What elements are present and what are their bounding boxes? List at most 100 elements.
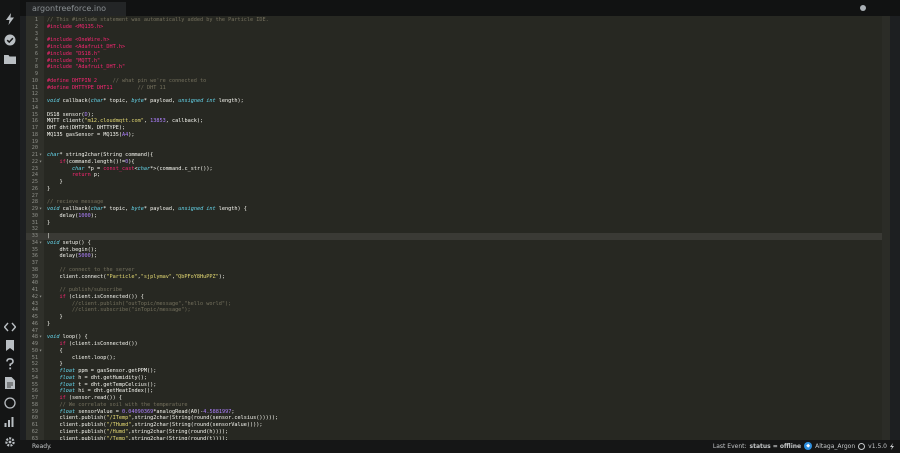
document-icon[interactable]	[2, 376, 18, 390]
line-text: client.publish("/Humd",string2char(Strin…	[47, 429, 228, 436]
code-line[interactable]: 32	[26, 226, 890, 233]
flash-icon[interactable]	[2, 12, 18, 26]
line-text: dht.begin();	[47, 247, 97, 254]
fold-toggle-icon[interactable]: ▾	[39, 334, 42, 341]
bookmark-icon[interactable]	[2, 338, 18, 352]
code-line[interactable]: 23 char *p = const_cast<char*>(command.c…	[26, 166, 890, 173]
code-line[interactable]: 4 #include <OneWire.h>	[26, 37, 890, 44]
code-line[interactable]: 30 delay(1000);	[26, 213, 890, 220]
fold-toggle-icon[interactable]: ▾	[39, 159, 42, 166]
code-line[interactable]: 18 MQ135 gasSensor = MQ135(A4);	[26, 132, 890, 139]
code-line[interactable]: 15 DS18 sensor(D);	[26, 112, 890, 119]
code-line[interactable]: 57 if (sensor.read()) {	[26, 395, 890, 402]
line-number: 61	[31, 422, 38, 428]
code-line[interactable]: 27	[26, 193, 890, 200]
fold-toggle-icon[interactable]: ▾	[39, 206, 42, 213]
code-line[interactable]: 5 #include <Adafruit_DHT.h>	[26, 44, 890, 51]
code-line[interactable]: 56 float hi = dht.getHeatIndex();	[26, 388, 890, 395]
code-line[interactable]: 44 //client.subscribe("inTopic/message")…	[26, 307, 890, 314]
code-line[interactable]: 17 DHT dht(DHTPIN, DHTTYPE);	[26, 125, 890, 132]
line-number: 33	[31, 233, 38, 239]
fold-toggle-icon[interactable]: ▾	[39, 294, 42, 301]
code-line[interactable]: 19	[26, 139, 890, 146]
code-line[interactable]: 22 ▾ if(command.length()!=0){	[26, 159, 890, 166]
firmware-version[interactable]: v1.5.0	[868, 443, 887, 450]
fold-toggle-icon[interactable]: ▾	[39, 152, 42, 159]
code-line[interactable]: 58 // We correlate soil with the tempera…	[26, 402, 890, 409]
code-line[interactable]: 16 MQTT client("m12.cloudmqtt.com", 13853…	[26, 118, 890, 125]
vertical-scrollbar[interactable]	[882, 16, 890, 440]
code-line[interactable]: 46}	[26, 321, 890, 328]
code-line[interactable]: 42 ▾ if (client.isConnected()) {	[26, 294, 890, 301]
chart-icon[interactable]	[2, 415, 18, 429]
code-editor[interactable]: 1 // This #include statement was automati…	[26, 16, 890, 440]
code-line[interactable]: 1 // This #include statement was automati…	[26, 17, 890, 24]
code-line[interactable]: 11 #define DHTTYPE DHT11 // DHT 11	[26, 85, 890, 92]
device-icon[interactable]: ◆	[804, 442, 813, 450]
code-token: float	[59, 381, 76, 388]
code-line[interactable]: 10 #define DHTPIN 2 // what pin we're con…	[26, 78, 890, 85]
code-line[interactable]: 24 return p;	[26, 172, 890, 179]
code-line[interactable]: 60 client.publish("/ITemp",string2char(S…	[26, 415, 890, 422]
code-line[interactable]: 6 #include "DS18.h"	[26, 51, 890, 58]
line-text: //client.publish("outTopic/message","hel…	[47, 301, 231, 308]
verify-icon[interactable]	[2, 33, 18, 47]
line-number: 20	[31, 145, 38, 152]
code-line[interactable]: 29 ▾ void callback(char* topic, byte* payl…	[26, 206, 890, 213]
fold-toggle-icon[interactable]: ▾	[39, 240, 42, 247]
code-line[interactable]: 34 ▾ void setup() {	[26, 240, 890, 247]
code-token: );	[218, 273, 226, 280]
code-line[interactable]: 28 // recieve message	[26, 199, 890, 206]
line-number: 7	[34, 57, 38, 64]
code-line[interactable]: 13 void callback(char* topic, byte* paylo…	[26, 98, 890, 105]
code-line[interactable]: 3	[26, 31, 890, 38]
code-line[interactable]: 48 ▾ void loop() {	[26, 334, 890, 341]
code-line[interactable]: 52 }	[26, 361, 890, 368]
code-line[interactable]: 38 // connect to the server	[26, 267, 890, 274]
code-line[interactable]: 25 }	[26, 179, 890, 186]
help-icon[interactable]	[2, 357, 18, 371]
code-line[interactable]: 53 float ppm = gasSensor.getPPM();	[26, 368, 890, 375]
code-line[interactable]: 51 client.loop();	[26, 355, 890, 362]
target-icon[interactable]	[2, 396, 18, 410]
code-line[interactable]: 43 //client.publish("outTopic/message","…	[26, 301, 890, 308]
code-line[interactable]: 36 delay(5000);	[26, 253, 890, 260]
code-line[interactable]: 55 float t = dht.getTempCelcius();	[26, 382, 890, 389]
code-line[interactable]: 40	[26, 280, 890, 287]
folder-icon[interactable]	[2, 52, 18, 66]
unsaved-dot-icon[interactable]	[860, 5, 866, 11]
device-name[interactable]: Altaga_Argon	[815, 443, 855, 450]
code-line[interactable]: 45 }	[26, 314, 890, 321]
code-line[interactable]: 50 ▾ {	[26, 348, 890, 355]
line-number: 48	[31, 334, 38, 341]
code-line[interactable]: 33 |	[26, 233, 890, 240]
code-line[interactable]: 59 float sensorValue = 0.04090369*analog…	[26, 409, 890, 416]
code-line[interactable]: 54 float h = dht.getHumidity();	[26, 375, 890, 382]
code-line[interactable]: 41 // publish/subscribe	[26, 287, 890, 294]
line-text: client.publish("/ITemp",string2char(Stri…	[47, 415, 278, 422]
code-line[interactable]: 2 #include <MQ135.h>	[26, 24, 890, 31]
code-line[interactable]: 21 ▾ char* string2char(String command){	[26, 152, 890, 159]
code-line[interactable]: 35 dht.begin();	[26, 247, 890, 254]
code-line[interactable]: 7 #include "MQTT.h"	[26, 58, 890, 65]
code-line[interactable]: 62 client.publish("/Humd",string2char(St…	[26, 429, 890, 436]
code-line[interactable]: 61 client.publish("/THumd",string2char(S…	[26, 422, 890, 429]
tab-file[interactable]: argontreeforce.ino	[26, 2, 126, 16]
code-line[interactable]: 26}	[26, 186, 890, 193]
code-line[interactable]: 31}	[26, 220, 890, 227]
code-line[interactable]: 47	[26, 328, 890, 335]
code-line[interactable]: 20	[26, 145, 890, 152]
code-line[interactable]: 39 client.connect("Particle","sjplymav",…	[26, 274, 890, 281]
gear-icon[interactable]	[2, 435, 18, 449]
code-line[interactable]: 8 #include "Adafruit_DHT.h"	[26, 64, 890, 71]
code-line[interactable]: 9	[26, 71, 890, 78]
code-line[interactable]: 49 if (client.isConnected())	[26, 341, 890, 348]
code-token: DHT dht(DHTPIN, DHTTYPE);	[47, 125, 126, 131]
fold-toggle-icon[interactable]: ▾	[39, 348, 42, 355]
code-icon[interactable]	[2, 320, 18, 334]
code-line[interactable]: 12	[26, 91, 890, 98]
code-line[interactable]: 37	[26, 260, 890, 267]
code-line[interactable]: 14	[26, 105, 890, 112]
